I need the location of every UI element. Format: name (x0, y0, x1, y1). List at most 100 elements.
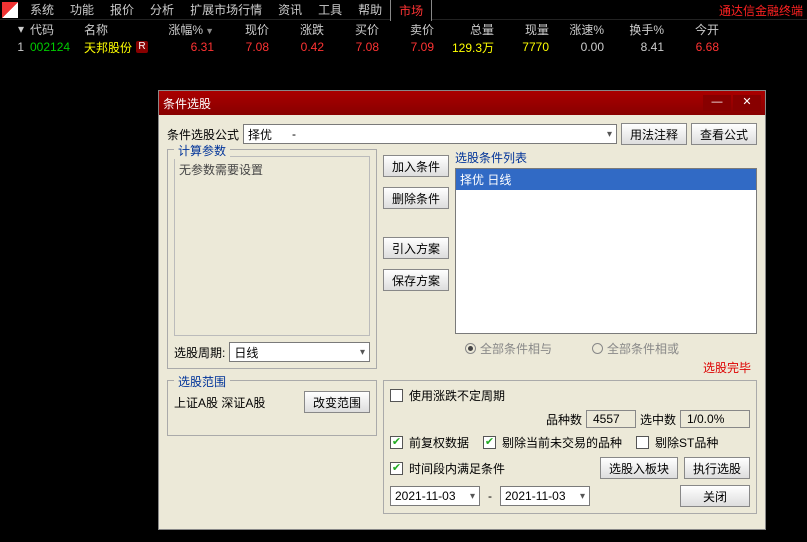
col-speed[interactable]: 涨速% (549, 21, 604, 38)
col-open[interactable]: 今开 (664, 21, 719, 38)
stat-hit-value: 1/0.0% (680, 410, 750, 428)
cell-name: 天邦股份 R (84, 39, 154, 56)
cell-price: 7.08 (214, 40, 269, 54)
cell-vol: 129.3万 (434, 39, 494, 56)
formula-value: 择优 (248, 126, 272, 143)
cell-ask: 7.09 (379, 40, 434, 54)
close-icon[interactable]: ✕ (733, 95, 761, 111)
date-from-value: 2021-11-03 (395, 489, 456, 503)
calc-legend: 计算参数 (174, 142, 230, 159)
menubar: 系统 功能 报价 分析 扩展市场行情 资讯 工具 帮助 市场 (0, 0, 807, 20)
radio-or[interactable]: 全部条件相或 (592, 340, 679, 357)
add-condition-button[interactable]: 加入条件 (383, 155, 449, 177)
menu-tools[interactable]: 工具 (310, 0, 350, 20)
date-to-value: 2021-11-03 (505, 489, 566, 503)
col-pct[interactable]: 涨幅% (154, 21, 214, 38)
cell-chg: 0.42 (269, 40, 324, 54)
col-code[interactable]: 代码 (24, 21, 84, 38)
ck-fq-label: 前复权数据 (409, 434, 469, 451)
period-combo[interactable]: 日线 ▾ (229, 342, 370, 362)
col-turn[interactable]: 换手% (604, 21, 664, 38)
cell-pct: 6.31 (154, 40, 214, 54)
chevron-down-icon: ▾ (470, 491, 475, 502)
col-ask[interactable]: 卖价 (379, 21, 434, 38)
cell-speed: 0.00 (549, 40, 604, 54)
run-select-button[interactable]: 执行选股 (684, 457, 750, 479)
menu-system[interactable]: 系统 (22, 0, 62, 20)
col-name[interactable]: 名称 (84, 21, 154, 38)
checkbox-ex-nontrade[interactable] (483, 436, 496, 449)
stat-count-label: 品种数 (546, 411, 582, 428)
options-panel: 使用涨跌不定周期 品种数 4557 选中数 1/0.0% 前复权数据 剔除当前未… (383, 380, 757, 514)
cell-name-text: 天邦股份 (84, 39, 132, 56)
formula-label: 条件选股公式 (167, 126, 239, 143)
radio-or-label: 全部条件相或 (607, 340, 679, 357)
import-plan-button[interactable]: 引入方案 (383, 237, 449, 259)
period-label: 选股周期: (174, 344, 225, 361)
formula-combo[interactable]: 择优 - ▾ (243, 124, 617, 144)
app-logo (2, 2, 18, 18)
col-spacer: ▾ (4, 22, 24, 36)
calc-params-fieldset: 计算参数 无参数需要设置 选股周期: 日线 ▾ (167, 149, 377, 369)
ck-irregular-label: 使用涨跌不定周期 (409, 387, 505, 404)
menu-function[interactable]: 功能 (62, 0, 102, 20)
checkbox-fq[interactable] (390, 436, 403, 449)
list-item[interactable]: 择优 日线 (456, 169, 756, 190)
cell-code: 002124 (24, 40, 84, 54)
to-block-button[interactable]: 选股入板块 (600, 457, 678, 479)
cell-turn: 8.41 (604, 40, 664, 54)
checkbox-timerange[interactable] (390, 462, 403, 475)
radio-and-label: 全部条件相与 (480, 340, 552, 357)
scope-text: 上证A股 深证A股 (174, 394, 265, 411)
save-plan-button[interactable]: 保存方案 (383, 269, 449, 291)
col-vol[interactable]: 总量 (434, 21, 494, 38)
list-legend: 选股条件列表 (455, 149, 757, 166)
period-value: 日线 (234, 344, 258, 361)
cell-bid: 7.08 (324, 40, 379, 54)
table-row[interactable]: 1 002124 天邦股份 R 6.31 7.08 0.42 7.08 7.09… (0, 38, 807, 56)
date-sep: - (488, 489, 492, 503)
condition-listbox[interactable]: 择优 日线 (455, 168, 757, 334)
dialog-title: 条件选股 (163, 95, 211, 112)
date-to[interactable]: 2021-11-03 ▾ (500, 486, 590, 506)
menu-news[interactable]: 资讯 (270, 0, 310, 20)
checkbox-ex-st[interactable] (636, 436, 649, 449)
col-chg[interactable]: 涨跌 (269, 21, 324, 38)
col-price[interactable]: 现价 (214, 21, 269, 38)
scope-fieldset: 选股范围 上证A股 深证A股 改变范围 (167, 380, 377, 436)
row-index: 1 (4, 40, 24, 54)
change-scope-button[interactable]: 改变范围 (304, 391, 370, 413)
usage-button[interactable]: 用法注释 (621, 123, 687, 145)
vertical-buttons: 加入条件 删除条件 引入方案 保存方案 (383, 149, 449, 376)
menu-market[interactable]: 市场 (390, 0, 432, 21)
delete-condition-button[interactable]: 删除条件 (383, 187, 449, 209)
cell-cur: 7770 (494, 40, 549, 54)
column-header-row: ▾ 代码 名称 涨幅% 现价 涨跌 买价 卖价 总量 现量 涨速% 换手% 今开 (0, 20, 807, 38)
brand-label: 通达信金融终端 (719, 2, 803, 19)
formula-sep: - (292, 127, 296, 141)
close-button[interactable]: 关闭 (680, 485, 750, 507)
view-formula-button[interactable]: 查看公式 (691, 123, 757, 145)
status-done: 选股完毕 (455, 359, 751, 376)
checkbox-irregular[interactable] (390, 389, 403, 402)
stat-hit-label: 选中数 (640, 411, 676, 428)
ck-ex-st-label: 剔除ST品种 (655, 434, 718, 451)
ck-time-label: 时间段内满足条件 (409, 460, 505, 477)
ck-ex-nontrade-label: 剔除当前未交易的品种 (502, 434, 622, 451)
titlebar[interactable]: 条件选股 — ✕ (159, 91, 765, 115)
chevron-down-icon: ▾ (607, 129, 612, 140)
menu-help[interactable]: 帮助 (350, 0, 390, 20)
menu-ext-market[interactable]: 扩展市场行情 (182, 0, 270, 20)
col-cur[interactable]: 现量 (494, 21, 549, 38)
scope-legend: 选股范围 (174, 373, 230, 390)
condition-stock-dialog: 条件选股 — ✕ 条件选股公式 择优 - ▾ 用法注释 查看公式 计算参数 无参… (158, 90, 766, 530)
date-from[interactable]: 2021-11-03 ▾ (390, 486, 480, 506)
stat-count-value: 4557 (586, 410, 636, 428)
minimize-icon[interactable]: — (703, 95, 731, 111)
radio-and[interactable]: 全部条件相与 (465, 340, 552, 357)
cell-open: 6.68 (664, 40, 719, 54)
chevron-down-icon: ▾ (580, 491, 585, 502)
menu-analysis[interactable]: 分析 (142, 0, 182, 20)
menu-quote[interactable]: 报价 (102, 0, 142, 20)
col-bid[interactable]: 买价 (324, 21, 379, 38)
